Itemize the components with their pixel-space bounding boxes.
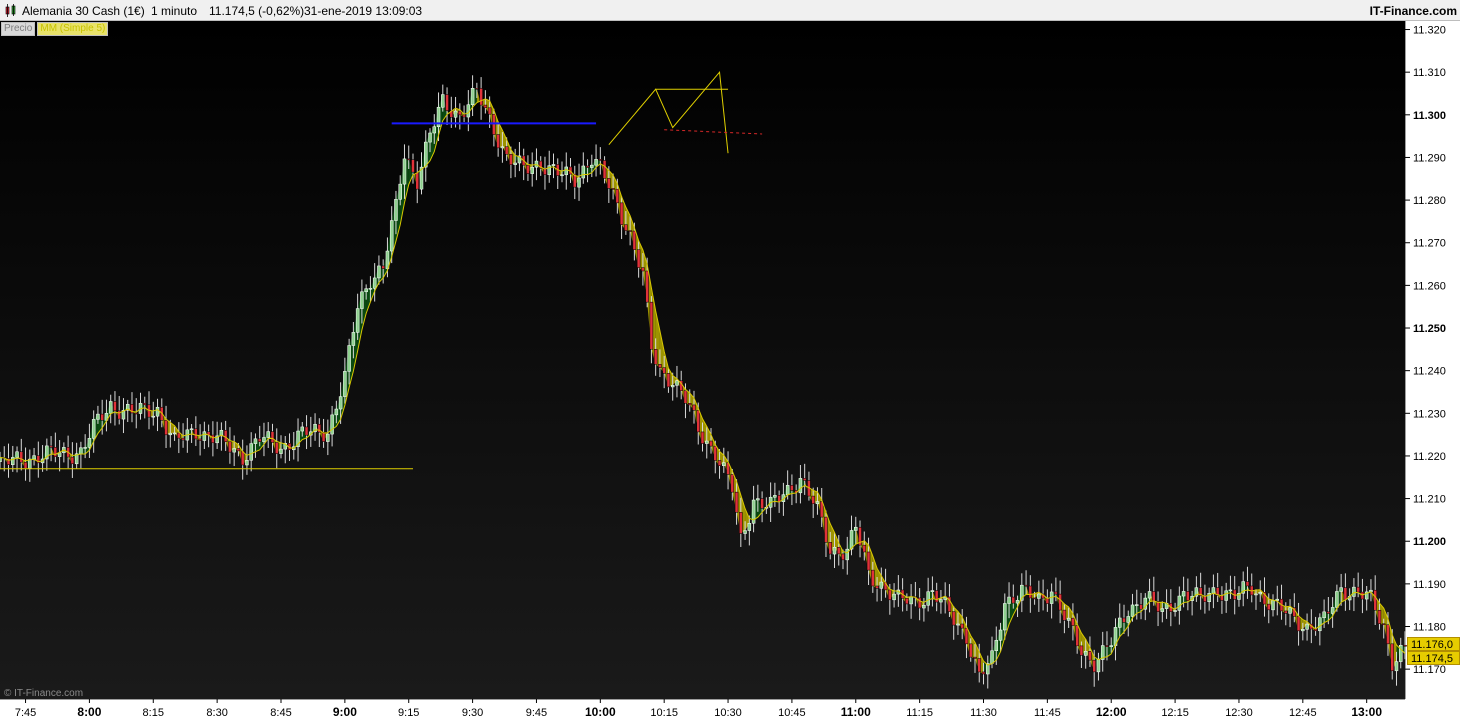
chart-canvas[interactable] <box>0 21 1405 699</box>
last-price-tag: 11.174,5 <box>1407 650 1460 665</box>
chart-titlebar: Alemania 30 Cash (1€) 1 minuto 11.174,5 … <box>0 0 1460 21</box>
legend-moving-average[interactable]: MM (Simple 5) <box>37 22 109 36</box>
timeframe: 1 minuto <box>151 4 198 18</box>
price-axis[interactable] <box>1405 21 1460 699</box>
datetime: 31-ene-2019 13:09:03 <box>304 4 423 18</box>
candlestick-icon <box>5 4 16 17</box>
ma-price-tag: 11.176,0 <box>1407 636 1460 651</box>
price-change: 11.174,5 (-0,62%) <box>209 4 305 18</box>
watermark: © IT-Finance.com <box>4 688 84 699</box>
legend-price[interactable]: Precio <box>1 22 36 36</box>
instrument-name: Alemania 30 Cash (1€) <box>22 4 145 18</box>
indicator-legend: Precio MM (Simple 5) <box>1 22 109 36</box>
time-axis[interactable] <box>0 699 1405 720</box>
brand-label: IT-Finance.com <box>1369 4 1457 18</box>
